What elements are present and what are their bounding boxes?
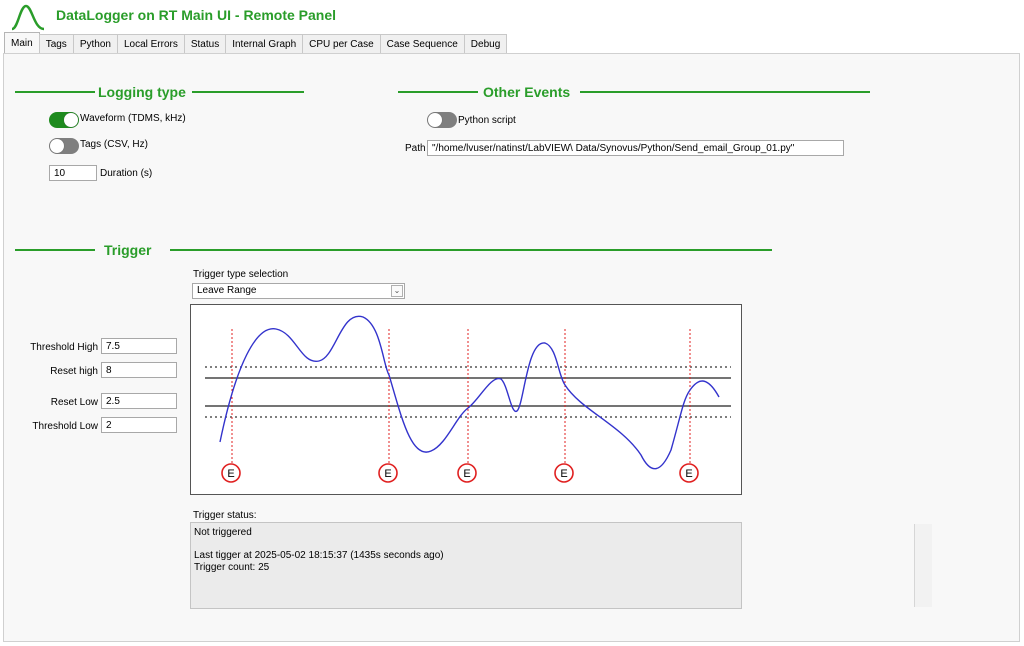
tab-cpu-per-case[interactable]: CPU per Case (302, 34, 381, 54)
waveform-toggle-label: Waveform (TDMS, kHz) (80, 113, 186, 124)
trigger-status-box: Not triggered Last tigger at 2025-05-02 … (190, 522, 932, 609)
trigger-divider-right (170, 249, 772, 251)
logging-type-divider-left (15, 91, 95, 93)
reset-low-input[interactable]: 2.5 (101, 393, 177, 409)
tab-main[interactable]: Main (4, 32, 40, 54)
tab-tags[interactable]: Tags (38, 34, 74, 54)
trigger-divider-left (15, 249, 95, 251)
reset-high-input[interactable]: 8 (101, 362, 177, 378)
tags-toggle[interactable] (49, 138, 79, 154)
trigger-status-line-3: Last tigger at 2025-05-02 18:15:37 (1435… (194, 550, 444, 561)
other-events-divider-right (580, 91, 870, 93)
python-script-toggle[interactable] (427, 112, 457, 128)
trigger-status-line-4: Trigger count: 25 (194, 562, 270, 573)
trigger-diagram: E E E E E (190, 304, 742, 495)
duration-label: Duration (s) (100, 168, 153, 179)
trigger-status-scrollbar[interactable] (914, 524, 932, 607)
tab-internal-graph[interactable]: Internal Graph (225, 34, 304, 54)
trigger-status-label: Trigger status: (193, 510, 257, 521)
waveform-toggle[interactable] (49, 112, 79, 128)
logging-type-divider-right (192, 91, 304, 93)
signal-curve (219, 315, 720, 470)
event-marker-2: E (378, 463, 398, 483)
threshold-high-label: Threshold High (30, 342, 98, 353)
path-label: Path (405, 143, 426, 154)
threshold-low-input[interactable]: 2 (101, 417, 177, 433)
tab-local-errors[interactable]: Local Errors (116, 34, 185, 54)
chevron-down-icon[interactable]: ⌄ (391, 285, 403, 297)
path-input[interactable]: "/home/lvuser/natinst/LabVIEW\ Data/Syno… (427, 140, 844, 156)
event-markers: E E E E E (221, 463, 699, 483)
duration-input[interactable]: 10 (49, 165, 97, 181)
event-marker-3: E (457, 463, 477, 483)
svg-text:E: E (227, 468, 234, 480)
trigger-type-value: Leave Range (197, 285, 257, 296)
tab-status[interactable]: Status (183, 34, 227, 54)
trigger-title: Trigger (104, 242, 152, 258)
event-marker-5: E (679, 463, 699, 483)
event-marker-4: E (554, 463, 574, 483)
reset-high-label: Reset high (50, 366, 98, 377)
tab-bar: Main Tags Python Local Errors Status Int… (4, 32, 508, 54)
tab-python[interactable]: Python (72, 34, 118, 54)
trigger-type-select[interactable]: Leave Range ⌄ (192, 283, 405, 299)
other-events-divider-left (398, 91, 478, 93)
tags-toggle-label: Tags (CSV, Hz) (80, 139, 148, 150)
tab-case-sequence[interactable]: Case Sequence (379, 34, 465, 54)
svg-text:E: E (384, 468, 391, 480)
other-events-title: Other Events (483, 84, 571, 100)
threshold-low-label: Threshold Low (32, 421, 98, 432)
tab-debug[interactable]: Debug (463, 34, 508, 54)
app-logo-icon (10, 3, 46, 31)
app-title: DataLogger on RT Main UI - Remote Panel (56, 7, 337, 23)
python-script-label: Python script (458, 115, 516, 126)
svg-text:E: E (685, 468, 692, 480)
logging-type-title: Logging type (98, 84, 186, 100)
svg-text:E: E (463, 468, 470, 480)
svg-text:E: E (560, 468, 567, 480)
trigger-status-line-1: Not triggered (194, 527, 252, 538)
threshold-high-input[interactable]: 7.5 (101, 338, 177, 354)
event-marker-1: E (221, 463, 241, 483)
reset-low-label: Reset Low (50, 397, 98, 408)
trigger-type-label: Trigger type selection (193, 269, 289, 280)
